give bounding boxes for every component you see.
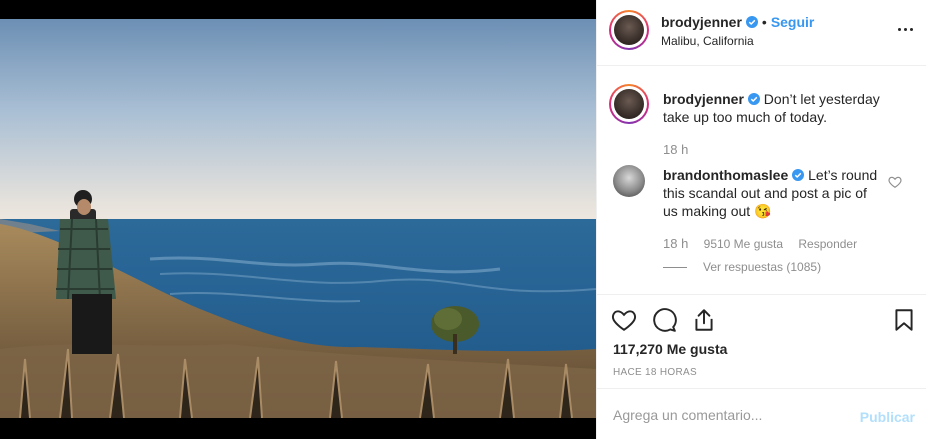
post-photo-image bbox=[0, 19, 596, 418]
bookmark-icon[interactable] bbox=[891, 307, 917, 333]
post-header: brodyjenner • Seguir Malibu, California bbox=[597, 0, 926, 66]
post-actions: 117,270 Me gusta HACE 18 HORAS bbox=[597, 294, 926, 389]
comment: brandonthomaslee Let’s round this scanda… bbox=[663, 166, 883, 220]
separator-dot: • bbox=[761, 14, 767, 30]
share-icon[interactable] bbox=[691, 307, 717, 333]
caption-username[interactable]: brodyjenner bbox=[663, 91, 744, 107]
comment-like-heart-icon[interactable] bbox=[888, 175, 902, 189]
verified-badge-icon bbox=[747, 93, 760, 105]
caption-avatar bbox=[614, 89, 644, 119]
photo-panel bbox=[0, 0, 596, 439]
comment-time[interactable]: 18 h bbox=[663, 236, 688, 251]
post-location[interactable]: Malibu, California bbox=[661, 34, 754, 48]
more-options-icon[interactable] bbox=[895, 22, 915, 36]
author-username[interactable]: brodyjenner bbox=[661, 14, 742, 30]
comment-input[interactable] bbox=[613, 407, 843, 423]
post-time-ago[interactable]: HACE 18 HORAS bbox=[613, 367, 697, 378]
comment-composer: Publicar bbox=[597, 388, 926, 439]
likes-count[interactable]: 117,270 Me gusta bbox=[613, 341, 727, 357]
caption: brodyjenner Don’t let yesterday take up … bbox=[663, 90, 903, 126]
replies-divider bbox=[663, 267, 687, 268]
comment-bubble-icon[interactable] bbox=[651, 307, 677, 333]
reply-button[interactable]: Responder bbox=[798, 237, 857, 251]
verified-badge-icon bbox=[792, 169, 805, 181]
post-photo[interactable] bbox=[0, 19, 596, 418]
comment-likes[interactable]: 9510 Me gusta bbox=[704, 237, 783, 251]
author-avatar bbox=[614, 15, 644, 45]
author-avatar-ring[interactable] bbox=[609, 10, 649, 50]
follow-button[interactable]: Seguir bbox=[771, 14, 815, 30]
author-line: brodyjenner • Seguir bbox=[661, 14, 814, 32]
publish-button[interactable]: Publicar bbox=[860, 409, 915, 425]
comment-username[interactable]: brandonthomaslee bbox=[663, 167, 788, 183]
view-replies-button[interactable]: Ver respuestas (1085) bbox=[703, 260, 821, 274]
caption-time[interactable]: 18 h bbox=[663, 142, 688, 157]
commenter-avatar[interactable] bbox=[613, 165, 645, 197]
heart-icon[interactable] bbox=[611, 307, 637, 333]
verified-badge-icon bbox=[745, 16, 758, 28]
caption-avatar-ring[interactable] bbox=[609, 84, 649, 124]
comment-meta: 18 h 9510 Me gusta Responder bbox=[663, 236, 857, 251]
post-sidebar: brodyjenner • Seguir Malibu, California br… bbox=[596, 0, 926, 439]
